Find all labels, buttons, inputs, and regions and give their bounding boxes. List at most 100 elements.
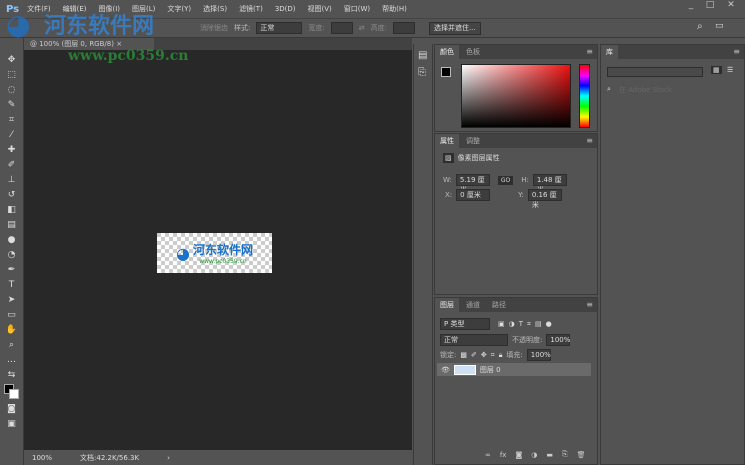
screen-mode-icon[interactable]: ▣ — [6, 418, 18, 430]
y-field[interactable]: 0.16 厘米 — [527, 189, 562, 209]
eyedropper-icon[interactable]: ⁄ — [6, 129, 18, 141]
layer-row[interactable]: 👁︎ 图层 0 — [437, 363, 591, 376]
width-input[interactable] — [330, 22, 353, 34]
lasso-tool-icon[interactable]: ◌ — [6, 84, 18, 96]
dodge-tool-icon[interactable]: ◔ — [6, 249, 18, 261]
history-panel-icon[interactable]: ▤ — [418, 50, 428, 61]
filter-toggle-icon[interactable]: ● — [546, 320, 552, 328]
menu-help[interactable]: 帮助(H) — [382, 4, 407, 14]
tab-paths[interactable]: 路径 — [487, 298, 511, 312]
x-field[interactable]: 0 厘米 — [456, 189, 491, 201]
panel-menu-icon[interactable]: ≡ — [586, 136, 593, 145]
tab-swatches[interactable]: 色板 — [461, 45, 485, 59]
menu-view[interactable]: 视图(V) — [308, 4, 332, 14]
foreground-color[interactable] — [441, 67, 451, 77]
link-icon[interactable]: GO — [497, 175, 514, 185]
gradient-tool-icon[interactable]: ▤ — [6, 219, 18, 231]
h-label: H: — [521, 176, 529, 184]
filter-smart-icon[interactable]: ▤ — [535, 320, 542, 328]
pen-tool-icon[interactable]: ✒ — [6, 264, 18, 276]
panel-menu-icon[interactable]: ≡ — [586, 47, 593, 56]
more-tools-icon[interactable]: … — [6, 354, 18, 366]
rectangle-tool-icon[interactable]: ▭ — [6, 309, 18, 321]
blend-mode-select[interactable]: 正常 — [440, 334, 508, 346]
color-field[interactable] — [461, 64, 571, 128]
hand-tool-icon[interactable]: ✋ — [6, 324, 18, 336]
close-button[interactable]: ✕ — [720, 0, 742, 14]
fill-field[interactable]: 100% — [526, 349, 551, 361]
lock-artboard-icon[interactable]: ⌗ — [491, 351, 495, 360]
height-field[interactable]: 1.48 厘米 — [532, 174, 567, 194]
quick-select-icon[interactable]: ✎ — [6, 99, 18, 111]
zoom-level[interactable]: 100% — [32, 454, 52, 462]
list-view-icon[interactable]: ☰ — [727, 66, 733, 74]
stamp-tool-icon[interactable]: ⊥ — [6, 174, 18, 186]
delete-layer-icon[interactable]: 🗑︎ — [577, 451, 586, 459]
hue-slider[interactable] — [579, 64, 590, 128]
adjustment-layer-icon[interactable]: ◑ — [531, 451, 537, 459]
new-layer-icon[interactable]: ⎘ — [562, 450, 568, 459]
lock-position-icon[interactable]: ✥ — [481, 351, 487, 359]
filter-pixel-icon[interactable]: ▣ — [498, 320, 505, 328]
type-tool-icon[interactable]: T — [6, 279, 18, 291]
crop-tool-icon[interactable]: ⌗ — [6, 114, 18, 126]
grid-view-icon[interactable]: ▦ — [711, 66, 722, 74]
lock-all-icon[interactable]: 🔒︎ — [499, 351, 503, 360]
menu-window[interactable]: 窗口(W) — [344, 4, 370, 14]
tab-color[interactable]: 颜色 — [435, 45, 459, 59]
fx-icon[interactable]: fx — [500, 451, 507, 459]
tab-channels[interactable]: 通道 — [461, 298, 485, 312]
menu-3d[interactable]: 3D(D) — [275, 5, 296, 13]
swap-icon[interactable]: ⇄ — [359, 24, 365, 32]
maximize-button[interactable]: □ — [699, 0, 721, 14]
eraser-icon[interactable]: ◧ — [6, 204, 18, 216]
path-select-icon[interactable]: ➤ — [6, 294, 18, 306]
move-tool-icon[interactable]: ✥ — [6, 54, 18, 66]
brush-tool-icon[interactable]: ✐ — [6, 159, 18, 171]
link-layers-icon[interactable]: ∞ — [485, 451, 491, 459]
style-select[interactable]: 正常 — [256, 22, 303, 34]
blur-tool-icon[interactable]: ● — [6, 234, 18, 246]
status-menu-arrow[interactable]: › — [167, 454, 170, 462]
tab-adjustments[interactable]: 调整 — [461, 134, 485, 148]
width-label: 宽度: — [308, 24, 325, 32]
tab-close-icon[interactable]: × — [116, 40, 122, 48]
filter-adjust-icon[interactable]: ◑ — [509, 320, 515, 328]
quick-mask-icon[interactable]: ◙ — [6, 403, 18, 415]
color-swatches[interactable] — [3, 384, 20, 400]
library-search-input[interactable]: 在 Adobe Stock — [619, 85, 672, 95]
menu-type[interactable]: 文字(Y) — [167, 4, 191, 14]
workspace-icon[interactable]: ▭ — [715, 21, 724, 31]
filter-shape-icon[interactable]: ⌗ — [527, 320, 531, 329]
library-select[interactable] — [607, 67, 703, 77]
menu-select[interactable]: 选择(S) — [203, 4, 227, 14]
filter-type-icon[interactable]: T — [519, 320, 523, 328]
panel-menu-icon[interactable]: ≡ — [586, 300, 593, 309]
tool-presets-icon[interactable]: ⎘ — [418, 67, 428, 78]
add-mask-icon[interactable]: ◙ — [515, 451, 522, 459]
zoom-tool-icon[interactable]: ⌕ — [6, 339, 18, 351]
library-search-icon[interactable]: ⌕ — [607, 85, 611, 94]
select-mask-button[interactable]: 选择并遮住... — [428, 21, 481, 35]
opacity-field[interactable]: 100% — [546, 334, 570, 346]
menu-filter[interactable]: 滤镜(T) — [239, 4, 263, 14]
width-field[interactable]: 5.19 厘米 — [455, 174, 490, 194]
watermark: ◕ 河东软件网 www.pc0359.cn — [6, 8, 188, 64]
height-input[interactable] — [392, 22, 415, 34]
lock-transparent-icon[interactable]: ▩ — [460, 351, 467, 359]
history-brush-icon[interactable]: ↺ — [6, 189, 18, 201]
layer-name[interactable]: 图层 0 — [480, 365, 501, 375]
panel-menu-icon[interactable]: ≡ — [733, 47, 740, 56]
tab-library[interactable]: 库 — [601, 45, 618, 59]
tab-properties[interactable]: 属性 — [435, 134, 459, 148]
style-label: 样式: — [234, 24, 251, 32]
layer-filter-select[interactable]: P 类型 — [440, 318, 490, 330]
swap-colors-icon[interactable]: ⇆ — [6, 369, 18, 381]
healing-brush-icon[interactable]: ✚ — [6, 144, 18, 156]
tab-layers[interactable]: 图层 — [435, 298, 459, 312]
new-group-icon[interactable]: ▬ — [546, 451, 553, 459]
lock-paint-icon[interactable]: ✐ — [471, 351, 477, 359]
search-icon[interactable]: ⌕ — [697, 21, 703, 32]
marquee-tool-icon[interactable]: ⬚ — [6, 69, 18, 81]
visibility-eye-icon[interactable]: 👁︎ — [441, 366, 450, 374]
